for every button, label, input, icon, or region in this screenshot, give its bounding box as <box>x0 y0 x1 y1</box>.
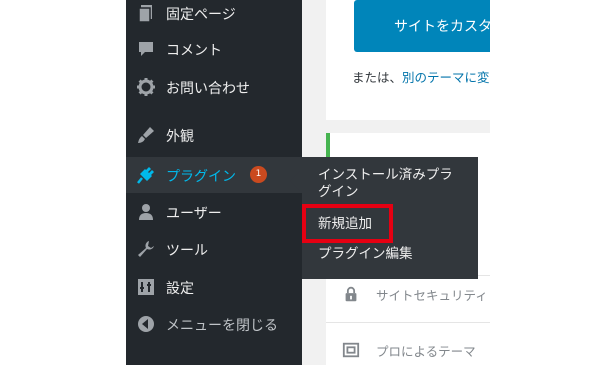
sidebar-item-comments[interactable]: コメント <box>126 31 302 67</box>
change-theme-link[interactable]: 別のテーマに変更 <box>402 70 490 85</box>
pages-icon <box>138 5 152 23</box>
sidebar-item-label: ユーザー <box>166 206 222 222</box>
customize-site-button[interactable]: サイトをカスタマイズ <box>354 0 490 52</box>
sidebar-item-pages[interactable]: 固定ページ <box>126 0 302 31</box>
sidebar-item-label: メニューを閉じる <box>166 318 278 334</box>
admin-sidebar: 固定ページ コメント お問い合わせ 外観 プラグイン 1 ユーザー ツール 設定… <box>126 0 302 365</box>
sidebar-item-tools[interactable]: ツール <box>126 231 302 267</box>
security-label: サイトセキュリティ <box>376 288 488 303</box>
update-count-badge: 1 <box>250 166 267 183</box>
sidebar-item-contact[interactable]: お問い合わせ <box>126 69 302 105</box>
comment-icon <box>139 42 153 56</box>
sidebar-item-label: ツール <box>166 243 208 259</box>
change-theme-text: または、別のテーマに変更 <box>352 67 490 86</box>
settings-icon <box>138 279 154 295</box>
plugin-icon <box>137 167 154 184</box>
divider <box>326 322 490 323</box>
welcome-panel: サイトをカスタマイズ または、別のテーマに変更 <box>326 0 490 120</box>
sidebar-item-label: お問い合わせ <box>166 81 250 97</box>
highlight-box <box>302 204 393 243</box>
user-icon <box>139 204 153 220</box>
sidebar-item-users[interactable]: ユーザー <box>126 194 302 230</box>
submenu-label: インストール済みプラ <box>318 167 453 183</box>
or-label: または、 <box>352 70 403 85</box>
collapse-icon <box>138 316 154 332</box>
pro-theme-label: プロによるテーマ <box>376 344 476 359</box>
sidebar-item-settings[interactable]: 設定 <box>126 269 302 305</box>
submenu-plugin-editor[interactable]: プラグイン編集 <box>318 246 413 263</box>
gear-icon <box>137 78 155 96</box>
sidebar-item-label: コメント <box>166 43 222 59</box>
submenu-label: グイン <box>318 184 359 200</box>
sidebar-item-label: 外観 <box>166 129 194 145</box>
sidebar-item-label: 固定ページ <box>166 7 236 23</box>
layout-icon <box>342 342 360 358</box>
blank-area <box>490 0 600 365</box>
sidebar-item-label: プラグイン <box>166 169 236 185</box>
wrench-icon <box>138 241 154 257</box>
sidebar-collapse-menu[interactable]: メニューを閉じる <box>126 306 302 342</box>
sidebar-item-label: 設定 <box>166 281 194 297</box>
sidebar-item-plugins[interactable]: プラグイン 1 <box>126 157 302 193</box>
active-menu-arrow <box>290 171 300 191</box>
paintbrush-icon <box>138 127 154 143</box>
lock-icon <box>345 286 357 302</box>
submenu-installed-plugins[interactable]: インストール済みプラ グイン <box>318 167 453 201</box>
sidebar-item-appearance[interactable]: 外観 <box>126 117 302 153</box>
